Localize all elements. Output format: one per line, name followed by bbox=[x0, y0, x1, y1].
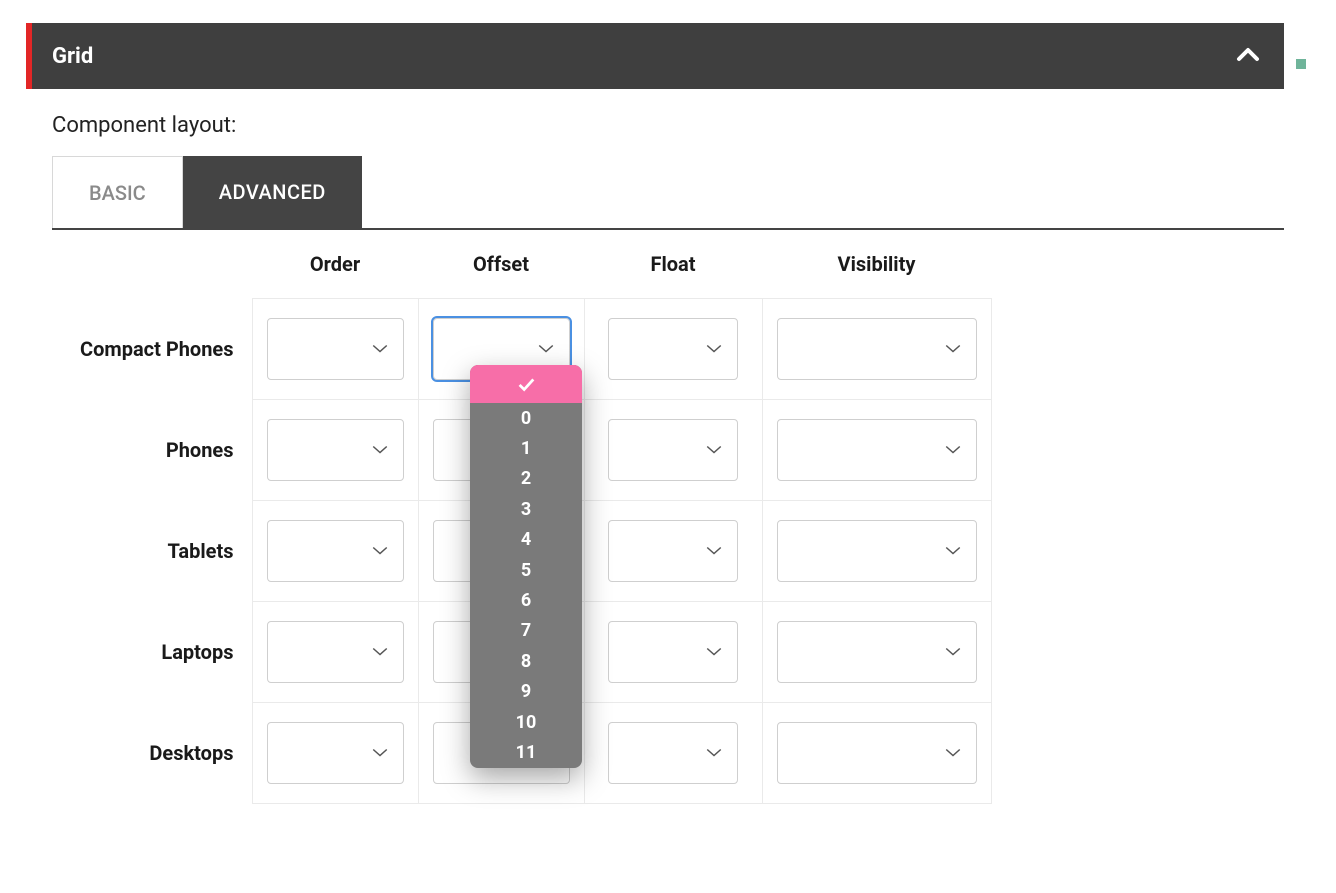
select-desktops-order[interactable] bbox=[267, 722, 404, 784]
dropdown-option[interactable]: 9 bbox=[470, 677, 582, 707]
panel-body: Component layout: BASIC ADVANCED Order O… bbox=[26, 89, 1284, 804]
dropdown-option-label: 2 bbox=[521, 468, 531, 489]
select-desktops-visibility[interactable] bbox=[777, 722, 977, 784]
section-label: Component layout: bbox=[52, 113, 1284, 138]
panel-header[interactable]: Grid bbox=[26, 23, 1284, 89]
select-tablets-visibility[interactable] bbox=[777, 520, 977, 582]
col-header-order: Order bbox=[252, 230, 418, 298]
dropdown-option-selected[interactable] bbox=[470, 365, 582, 403]
panel-title: Grid bbox=[52, 44, 93, 69]
dropdown-option[interactable]: 5 bbox=[470, 555, 582, 585]
chevron-down-icon bbox=[705, 743, 723, 762]
tab-row: BASIC ADVANCED bbox=[52, 156, 1284, 230]
page-marker bbox=[1296, 59, 1306, 69]
dropdown-option-label: 1 bbox=[521, 438, 531, 459]
dropdown-option-label: 6 bbox=[521, 590, 531, 611]
select-tablets-order[interactable] bbox=[267, 520, 404, 582]
chevron-down-icon bbox=[705, 440, 723, 459]
chevron-down-icon bbox=[944, 541, 962, 560]
dropdown-option-label: 3 bbox=[521, 499, 531, 520]
select-compact-phones-float[interactable] bbox=[608, 318, 738, 380]
dropdown-option[interactable]: 11 bbox=[470, 737, 582, 767]
row-label-desktops: Desktops bbox=[52, 702, 252, 803]
chevron-down-icon bbox=[705, 541, 723, 560]
select-tablets-float[interactable] bbox=[608, 520, 738, 582]
col-header-empty bbox=[52, 230, 252, 298]
tab-advanced-label: ADVANCED bbox=[219, 180, 326, 204]
chevron-down-icon bbox=[371, 642, 389, 661]
dropdown-option[interactable]: 0 bbox=[470, 403, 582, 433]
chevron-down-icon bbox=[537, 339, 555, 358]
chevron-down-icon bbox=[944, 743, 962, 762]
dropdown-option-label: 9 bbox=[521, 681, 531, 702]
col-header-visibility: Visibility bbox=[762, 230, 991, 298]
select-laptops-float[interactable] bbox=[608, 621, 738, 683]
dropdown-option-label: 11 bbox=[516, 742, 537, 763]
check-icon bbox=[515, 373, 537, 395]
chevron-down-icon bbox=[705, 642, 723, 661]
chevron-down-icon bbox=[371, 743, 389, 762]
grid-panel: Grid Component layout: BASIC ADVANCED Or… bbox=[26, 23, 1284, 804]
tab-basic[interactable]: BASIC bbox=[52, 156, 183, 228]
select-laptops-visibility[interactable] bbox=[777, 621, 977, 683]
select-phones-visibility[interactable] bbox=[777, 419, 977, 481]
chevron-down-icon bbox=[371, 541, 389, 560]
row-label-tablets: Tablets bbox=[52, 500, 252, 601]
dropdown-option[interactable]: 2 bbox=[470, 464, 582, 494]
col-header-float: Float bbox=[584, 230, 762, 298]
dropdown-option[interactable]: 1 bbox=[470, 433, 582, 463]
dropdown-option[interactable]: 4 bbox=[470, 525, 582, 555]
select-phones-order[interactable] bbox=[267, 419, 404, 481]
select-laptops-order[interactable] bbox=[267, 621, 404, 683]
dropdown-option-label: 7 bbox=[521, 620, 531, 641]
select-desktops-float[interactable] bbox=[608, 722, 738, 784]
dropdown-option[interactable]: 10 bbox=[470, 707, 582, 737]
chevron-down-icon bbox=[705, 339, 723, 358]
select-phones-float[interactable] bbox=[608, 419, 738, 481]
dropdown-option-label: 0 bbox=[521, 408, 531, 429]
dropdown-option-label: 8 bbox=[521, 651, 531, 672]
row-label-laptops: Laptops bbox=[52, 601, 252, 702]
chevron-down-icon bbox=[371, 440, 389, 459]
dropdown-option[interactable]: 3 bbox=[470, 494, 582, 524]
dropdown-option[interactable]: 6 bbox=[470, 585, 582, 615]
chevron-up-icon[interactable] bbox=[1236, 44, 1260, 69]
row-label-compact-phones: Compact Phones bbox=[52, 298, 252, 399]
tab-advanced[interactable]: ADVANCED bbox=[183, 156, 362, 228]
row-label-phones: Phones bbox=[52, 399, 252, 500]
dropdown-option-label: 10 bbox=[516, 712, 537, 733]
col-header-offset: Offset bbox=[418, 230, 584, 298]
select-compact-phones-order[interactable] bbox=[267, 318, 404, 380]
chevron-down-icon bbox=[944, 440, 962, 459]
dropdown-option-label: 5 bbox=[521, 560, 531, 581]
select-compact-phones-visibility[interactable] bbox=[777, 318, 977, 380]
chevron-down-icon bbox=[944, 642, 962, 661]
dropdown-option[interactable]: 7 bbox=[470, 616, 582, 646]
dropdown-option[interactable]: 8 bbox=[470, 646, 582, 676]
dropdown-option-label: 4 bbox=[521, 529, 531, 550]
chevron-down-icon bbox=[371, 339, 389, 358]
offset-dropdown[interactable]: 0 1 2 3 4 5 6 7 8 9 10 11 bbox=[470, 365, 582, 768]
chevron-down-icon bbox=[944, 339, 962, 358]
tab-basic-label: BASIC bbox=[89, 181, 146, 205]
